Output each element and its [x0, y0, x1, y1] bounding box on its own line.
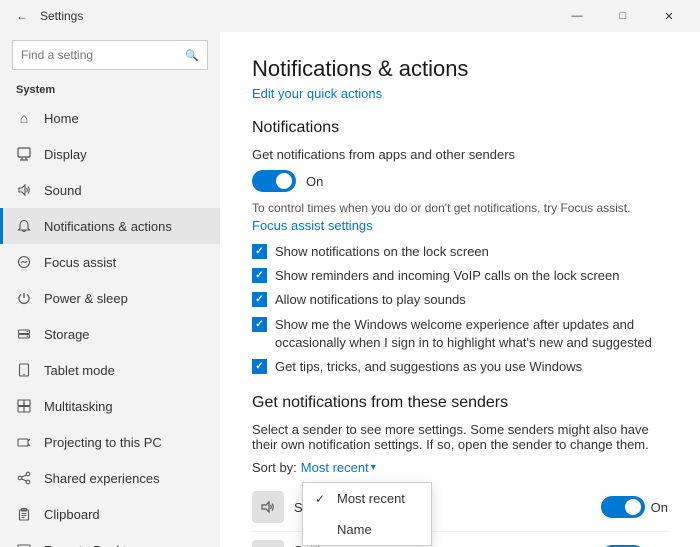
sort-row: Sort by: Most recent ▾ ✓ Most recent Nam… — [252, 460, 668, 475]
sidebar-item-tablet[interactable]: Tablet mode — [0, 352, 220, 388]
sort-option-name[interactable]: Name — [303, 514, 431, 545]
page-title: Notifications & actions — [252, 56, 668, 82]
sidebar-label-sound: Sound — [44, 183, 82, 198]
checkbox-voip-label: Show reminders and incoming VoIP calls o… — [275, 267, 619, 285]
checkbox-sounds: Allow notifications to play sounds — [252, 291, 668, 309]
sender-sounds-toggle-group: On — [601, 496, 668, 518]
checkbox-tips-label: Get tips, tricks, and suggestions as you… — [275, 358, 582, 376]
sidebar-item-multitasking[interactable]: Multitasking — [0, 388, 220, 424]
focus-assist-text: To control times when you do or don't ge… — [252, 201, 630, 215]
sidebar-label-power: Power & sleep — [44, 291, 128, 306]
sidebar-item-projecting[interactable]: Projecting to this PC — [0, 424, 220, 460]
sidebar-label-remote: Remote Desktop — [44, 543, 141, 547]
tablet-icon — [16, 362, 32, 378]
checkbox-lock-screen: Show notifications on the lock screen — [252, 243, 668, 261]
sidebar-item-focus[interactable]: Focus assist — [0, 244, 220, 280]
notifications-toggle[interactable] — [252, 170, 296, 192]
sidebar-label-tablet: Tablet mode — [44, 363, 115, 378]
sidebar-label-notifications: Notifications & actions — [44, 219, 172, 234]
remote-icon — [16, 542, 32, 547]
senders-section-title: Get notifications from these senders — [252, 394, 668, 412]
checkbox-sounds-input[interactable] — [252, 292, 267, 307]
checkmark-icon: ✓ — [315, 492, 329, 506]
main-layout: 🔍 System ⌂ Home Display — [0, 32, 700, 547]
sort-label: Sort by: — [252, 460, 297, 475]
search-box[interactable]: 🔍 — [12, 40, 208, 70]
window-title: Settings — [40, 9, 83, 23]
checkbox-welcome: Show me the Windows welcome experience a… — [252, 316, 668, 352]
sidebar-label-home: Home — [44, 111, 79, 126]
checkbox-welcome-label: Show me the Windows welcome experience a… — [275, 316, 668, 352]
sidebar-label-storage: Storage — [44, 327, 90, 342]
clipboard-icon — [16, 506, 32, 522]
maximize-button[interactable]: □ — [600, 0, 646, 32]
sidebar-label-shared: Shared experiences — [44, 471, 160, 486]
sort-dropdown[interactable]: Most recent ▾ — [301, 460, 376, 475]
notifications-section-title: Notifications — [252, 119, 668, 137]
sidebar-label-clipboard: Clipboard — [44, 507, 100, 522]
sidebar-item-display[interactable]: Display — [0, 136, 220, 172]
search-icon: 🔍 — [185, 49, 199, 62]
sidebar: 🔍 System ⌂ Home Display — [0, 32, 220, 547]
sidebar-item-clipboard[interactable]: Clipboard — [0, 496, 220, 532]
back-icon: ← — [16, 9, 28, 23]
close-button[interactable]: ✕ — [646, 0, 692, 32]
back-button[interactable]: ← — [8, 2, 36, 30]
checkbox-lock-screen-label: Show notifications on the lock screen — [275, 243, 489, 261]
checkbox-lock-screen-input[interactable] — [252, 244, 267, 259]
home-icon: ⌂ — [16, 110, 32, 126]
shared-icon — [16, 470, 32, 486]
sidebar-item-storage[interactable]: Storage — [0, 316, 220, 352]
sidebar-section-title: System — [0, 78, 220, 100]
sort-option-most-recent[interactable]: ✓ Most recent — [303, 483, 431, 514]
senders-description: Select a sender to see more settings. So… — [252, 422, 668, 452]
sort-option-most-recent-label: Most recent — [337, 491, 405, 506]
display-icon — [16, 146, 32, 162]
notifications-toggle-description: Get notifications from apps and other se… — [252, 147, 668, 162]
sidebar-item-sound[interactable]: Sound — [0, 172, 220, 208]
checkboxes-container: Show notifications on the lock screen Sh… — [252, 243, 668, 376]
sort-chevron-icon: ▾ — [371, 462, 376, 473]
checkbox-welcome-input[interactable] — [252, 317, 267, 332]
notifications-toggle-label: On — [306, 174, 323, 189]
focus-assist-subtext: To control times when you do or don't ge… — [252, 200, 668, 235]
edit-quick-actions-link[interactable]: Edit your quick actions — [252, 86, 382, 101]
sidebar-item-home[interactable]: ⌂ Home — [0, 100, 220, 136]
sidebar-label-multitasking: Multitasking — [44, 399, 113, 414]
sender-sounds-toggle[interactable] — [601, 496, 645, 518]
sidebar-item-remote[interactable]: Remote Desktop — [0, 532, 220, 547]
focus-icon — [16, 254, 32, 270]
sidebar-item-notifications[interactable]: Notifications & actions — [0, 208, 220, 244]
checkbox-tips-input[interactable] — [252, 359, 267, 374]
sidebar-label-focus: Focus assist — [44, 255, 116, 270]
content-area: Notifications & actions Edit your quick … — [220, 32, 700, 547]
sort-dropdown-menu: ✓ Most recent Name — [302, 482, 432, 546]
sender-settings-icon — [252, 540, 284, 547]
sort-option-name-label: Name — [337, 522, 372, 537]
titlebar: ← Settings — □ ✕ — [0, 0, 700, 32]
sender-sounds-toggle-label: On — [651, 500, 668, 515]
checkbox-sounds-label: Allow notifications to play sounds — [275, 291, 466, 309]
checkbox-tips: Get tips, tricks, and suggestions as you… — [252, 358, 668, 376]
focus-assist-link[interactable]: Focus assist settings — [252, 218, 373, 233]
sort-value: Most recent — [301, 460, 369, 475]
storage-icon — [16, 326, 32, 342]
sidebar-item-power[interactable]: Power & sleep — [0, 280, 220, 316]
window-controls: — □ ✕ — [554, 0, 692, 32]
minimize-button[interactable]: — — [554, 0, 600, 32]
checkbox-voip: Show reminders and incoming VoIP calls o… — [252, 267, 668, 285]
power-icon — [16, 290, 32, 306]
sidebar-item-shared[interactable]: Shared experiences — [0, 460, 220, 496]
search-input[interactable] — [21, 48, 185, 62]
notifications-toggle-row: On — [252, 170, 668, 192]
sidebar-label-projecting: Projecting to this PC — [44, 435, 162, 450]
projecting-icon — [16, 434, 32, 450]
notifications-icon — [16, 218, 32, 234]
sound-icon — [16, 182, 32, 198]
sender-sounds-icon — [252, 491, 284, 523]
sidebar-label-display: Display — [44, 147, 87, 162]
multitasking-icon — [16, 398, 32, 414]
checkbox-voip-input[interactable] — [252, 268, 267, 283]
